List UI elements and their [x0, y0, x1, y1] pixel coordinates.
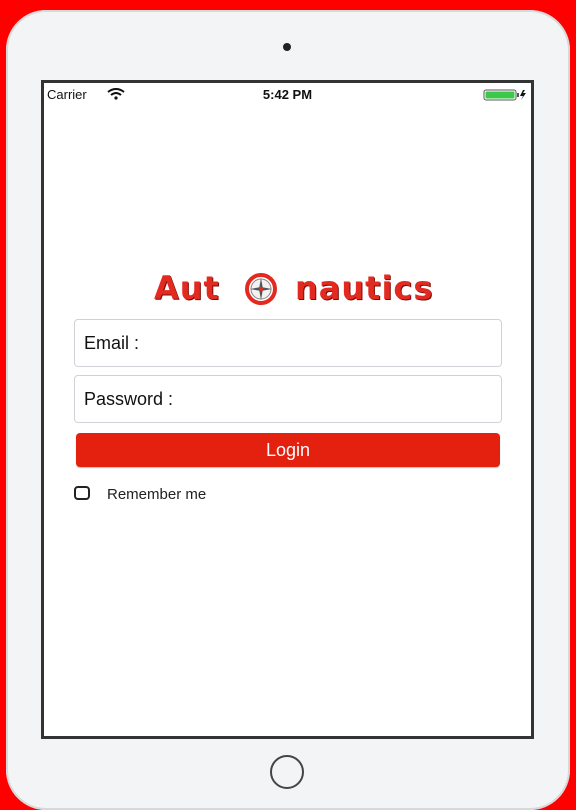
app-screen: Carrier 5:42 PM Aut nautics Email: Pass… — [41, 80, 534, 739]
status-bar: Carrier 5:42 PM — [44, 83, 531, 105]
password-input[interactable] — [195, 384, 489, 416]
password-label: Password : — [84, 389, 174, 409]
email-field[interactable]: Email : — [74, 319, 502, 367]
battery-icon — [483, 89, 526, 101]
remember-me-checkbox[interactable] — [74, 486, 90, 500]
autonautics-logo: Aut nautics — [154, 268, 432, 308]
compass-icon — [245, 273, 277, 305]
password-field[interactable]: Password : — [74, 375, 502, 423]
tablet-device-frame: Carrier 5:42 PM Aut nautics Email: Pass… — [6, 10, 570, 810]
login-button[interactable]: Login — [76, 433, 500, 467]
remember-me-label: Remember me — [107, 486, 207, 503]
logo-text-right: nautics — [295, 269, 434, 307]
logo-text-left: Aut — [154, 269, 220, 307]
status-time: 5:42 PM — [262, 87, 313, 102]
front-camera — [283, 43, 291, 51]
home-button[interactable] — [270, 755, 304, 789]
email-input[interactable] — [195, 328, 489, 360]
email-label: Email : — [84, 333, 140, 353]
